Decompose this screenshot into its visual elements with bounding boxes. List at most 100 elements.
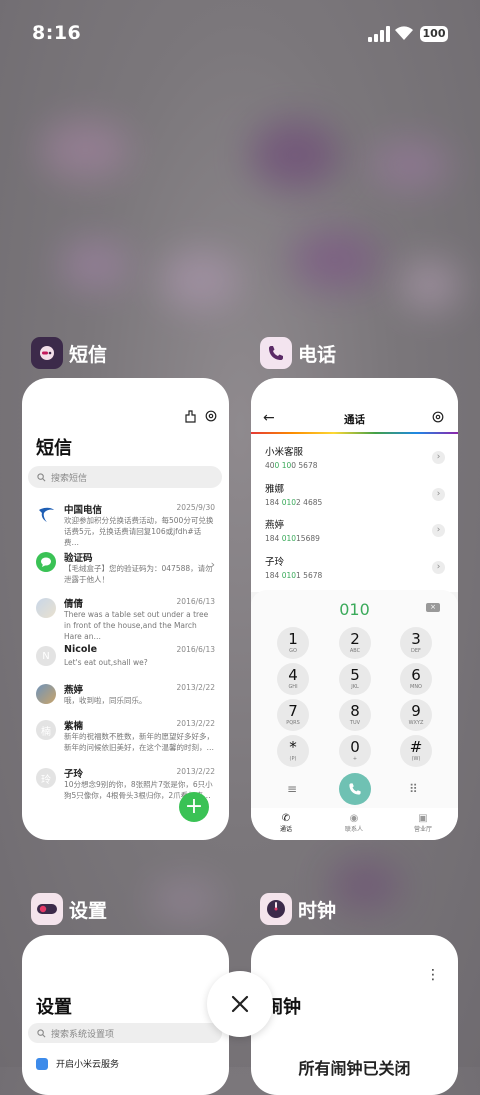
phone-call-icon bbox=[349, 783, 361, 795]
dial-key[interactable]: 5 JKL bbox=[339, 663, 371, 695]
close-icon bbox=[231, 995, 249, 1013]
tab-service-hall[interactable]: ▣ 营业厅 bbox=[393, 813, 453, 833]
avatar: 楠 bbox=[36, 720, 56, 740]
call-button[interactable] bbox=[339, 773, 371, 805]
message-sender: 验证码 bbox=[64, 553, 93, 564]
message-date: 2016/6/13 bbox=[176, 597, 215, 606]
search-input[interactable]: 搜索系统设置项 bbox=[28, 1023, 222, 1043]
dial-key[interactable]: 9 WXYZ bbox=[400, 699, 432, 731]
service-tab-icon: ▣ bbox=[418, 813, 428, 824]
dial-key[interactable]: 6 MNO bbox=[400, 663, 432, 695]
dial-key[interactable]: # (W) bbox=[400, 735, 432, 767]
message-preview: 哦，收到啦，同乐同乐。 bbox=[64, 696, 147, 705]
app-name-clock: 时钟 bbox=[298, 899, 337, 922]
contact-row[interactable]: 燕婷 184 01015689 › bbox=[265, 517, 445, 543]
message-sender: 倩倩 bbox=[64, 599, 84, 610]
app-name-phone: 电话 bbox=[298, 343, 337, 366]
avatar: 玲 bbox=[36, 768, 56, 788]
tab-calls[interactable]: ✆ 通话 bbox=[256, 813, 316, 833]
contact-row[interactable]: 子玲 184 0101 5678 › bbox=[265, 554, 445, 580]
contact-name: 子玲 bbox=[265, 557, 285, 568]
settings-item-cloud[interactable]: 开启小米云服务 bbox=[36, 1057, 119, 1070]
app-header-sms[interactable]: 短信 bbox=[31, 337, 107, 369]
message-preview: 欢迎参加积分兑换话费活动，每500分可兑换话费5元，兑换话费请回复106或jfd… bbox=[64, 516, 214, 547]
list-item[interactable]: 中国电信 2025/9/30 欢迎参加积分兑换话费活动，每500分可兑换话费5元… bbox=[22, 502, 229, 547]
page-title: 短信 bbox=[36, 438, 72, 459]
dial-key[interactable]: * (P) bbox=[277, 735, 309, 767]
message-date: 2013/2/22 bbox=[176, 683, 215, 692]
message-date: 2013/2/22 bbox=[176, 767, 215, 776]
message-sender: Nicole bbox=[64, 644, 98, 655]
wifi-icon bbox=[395, 26, 413, 40]
avatar: N bbox=[36, 646, 56, 666]
status-time: 8:16 bbox=[32, 22, 82, 44]
list-item[interactable]: 倩倩 2016/6/13 There was a table set out u… bbox=[22, 596, 229, 641]
list-item[interactable]: 楠 紫楠 2013/2/22 新年的祝福数不胜数，新年的愿望好多好多，新年的问候… bbox=[22, 718, 229, 758]
sms-app-card[interactable]: 短信 搜索短信 中国电信 2025/9/30 欢迎参加积分兑换话费活动，每500… bbox=[22, 378, 229, 840]
app-name-settings: 设置 bbox=[69, 899, 108, 922]
chevron-right-icon[interactable]: › bbox=[432, 524, 445, 537]
list-item[interactable]: N Nicole 2016/6/13 Let's eat out,shall w… bbox=[22, 644, 229, 674]
new-message-button[interactable]: + bbox=[179, 792, 209, 822]
clean-icon[interactable] bbox=[185, 410, 197, 423]
contact-row[interactable]: 小米客服 400 100 5678 › bbox=[265, 444, 445, 470]
backspace-icon[interactable]: × bbox=[426, 603, 440, 612]
message-sender: 紫楠 bbox=[64, 721, 84, 732]
message-sender: 子玲 bbox=[64, 769, 84, 780]
signal-icon bbox=[368, 26, 390, 42]
avatar bbox=[36, 598, 56, 618]
list-item[interactable]: 燕婷 2013/2/22 哦，收到啦，同乐同乐。 bbox=[22, 682, 229, 712]
gear-icon[interactable] bbox=[205, 410, 217, 422]
menu-icon[interactable]: ≡ bbox=[287, 782, 297, 796]
dial-key[interactable]: 8 TUV bbox=[339, 699, 371, 731]
dial-key[interactable]: 1 GO bbox=[277, 627, 309, 659]
dial-key[interactable]: 3 DEF bbox=[400, 627, 432, 659]
more-options-icon[interactable]: ⋮ bbox=[426, 967, 440, 983]
dial-key[interactable]: 2 ABC bbox=[339, 627, 371, 659]
message-preview: There was a table set out under a tree i… bbox=[64, 610, 209, 641]
app-name-sms: 短信 bbox=[69, 343, 108, 366]
search-placeholder: 搜索系统设置项 bbox=[51, 1029, 115, 1040]
app-header-settings[interactable]: 设置 bbox=[31, 893, 107, 925]
message-date: 2013/2/22 bbox=[176, 719, 215, 728]
contact-number: 184 0102 4685 bbox=[265, 498, 323, 507]
message-preview: Let's eat out,shall we? bbox=[64, 658, 148, 667]
dial-key[interactable]: 4 GHI bbox=[277, 663, 309, 695]
contact-row[interactable]: 雅娜 184 0102 4685 › bbox=[265, 481, 445, 507]
search-input[interactable]: 搜索短信 bbox=[28, 466, 222, 488]
list-item[interactable]: 验证码 【毛绒盒子】您的验证码为：047588，请勿泄露于他人！ › bbox=[22, 550, 229, 590]
page-title: 设置 bbox=[36, 997, 72, 1018]
search-placeholder: 搜索短信 bbox=[51, 473, 88, 484]
dialpad: 010 × 1 GO 2 ABC 3 DEF 4 GHI 5 JKL 6 MNO 7 PQRS… bbox=[251, 590, 458, 808]
bottom-tab-bar: ✆ 通话 ◉ 联系人 ▣ 营业厅 bbox=[251, 808, 458, 840]
message-date: 2016/6/13 bbox=[176, 645, 215, 654]
alarm-status-text: 所有闹钟已关闭 bbox=[298, 1059, 411, 1078]
clear-all-button[interactable] bbox=[207, 971, 273, 1037]
chevron-right-icon: › bbox=[210, 558, 215, 571]
settings-app-card[interactable]: 设置 搜索系统设置项 开启小米云服务 bbox=[22, 935, 229, 1095]
chevron-right-icon[interactable]: › bbox=[432, 451, 445, 464]
telecom-logo-icon bbox=[36, 504, 56, 524]
dial-key[interactable]: 7 PQRS bbox=[277, 699, 309, 731]
app-header-clock[interactable]: 时钟 bbox=[260, 893, 336, 925]
tab-contacts[interactable]: ◉ 联系人 bbox=[324, 813, 384, 833]
chevron-right-icon[interactable]: › bbox=[432, 561, 445, 574]
clock-app-card[interactable]: ⋮ 闹钟 所有闹钟已关闭 bbox=[251, 935, 458, 1095]
status-bar: 8:16 100 bbox=[0, 0, 480, 66]
contact-name: 燕婷 bbox=[265, 520, 285, 531]
phone-app-card[interactable]: ← 通话 小米客服 400 100 5678 › 雅娜 184 0102 468… bbox=[251, 378, 458, 840]
chevron-right-icon[interactable]: › bbox=[432, 488, 445, 501]
contact-name: 雅娜 bbox=[265, 484, 285, 495]
app-header-phone[interactable]: 电话 bbox=[260, 337, 336, 369]
avatar bbox=[36, 684, 56, 704]
gear-icon[interactable] bbox=[432, 411, 444, 423]
settings-app-icon bbox=[31, 893, 63, 925]
message-date: 2025/9/30 bbox=[176, 503, 215, 512]
dial-key[interactable]: 0 + bbox=[339, 735, 371, 767]
page-title: 通话 bbox=[344, 414, 365, 426]
phone-tab-icon: ✆ bbox=[281, 813, 291, 824]
keypad-grid-icon[interactable]: ⠿ bbox=[409, 782, 418, 796]
contact-number: 184 0101 5678 bbox=[265, 571, 323, 580]
cloud-icon bbox=[36, 1057, 48, 1070]
contact-number: 400 100 5678 bbox=[265, 461, 318, 470]
